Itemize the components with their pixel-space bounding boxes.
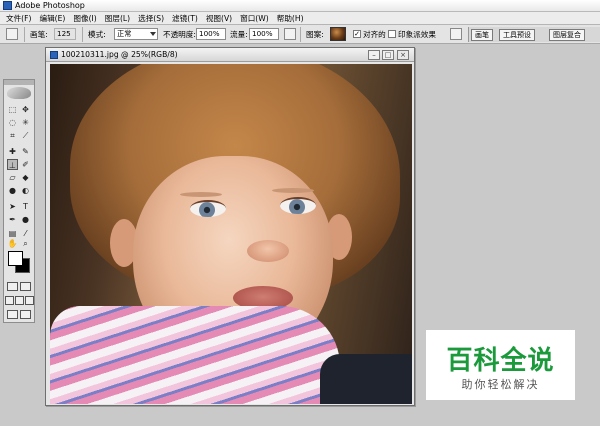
menu-select[interactable]: 选择(S)	[134, 13, 168, 24]
menu-view[interactable]: 视图(V)	[202, 13, 236, 24]
pattern-label: 图案:	[306, 30, 324, 39]
menu-image[interactable]: 图像(I)	[69, 13, 100, 24]
maximize-icon: □	[384, 51, 392, 59]
brush-size-value: 125	[57, 29, 71, 38]
watermark-subtitle: 助你轻松解决	[461, 378, 540, 391]
maximize-button[interactable]: □	[382, 50, 394, 60]
flow-input[interactable]: 100%	[249, 28, 279, 40]
photo-brow-left	[180, 192, 222, 197]
menu-help[interactable]: 帮助(H)	[273, 13, 308, 24]
path-select-tool-icon[interactable]: ➤	[7, 201, 18, 212]
tab-layer-comps[interactable]: 图层复合	[549, 29, 585, 41]
crop-tool-icon[interactable]: ⌗	[7, 130, 18, 141]
brush-label: 画笔:	[30, 30, 48, 39]
impressionist-checkbox[interactable]	[388, 30, 396, 38]
document-icon	[50, 51, 58, 59]
clone-stamp-tool-icon[interactable]: ⊥	[7, 159, 18, 170]
photo-dark-cloth	[320, 354, 412, 404]
photoshop-logo-icon	[3, 1, 12, 10]
watermark-logo: 百科全说 助你轻松解决	[426, 330, 575, 400]
close-button[interactable]: ×	[397, 50, 409, 60]
standard-mode-icon[interactable]	[7, 282, 18, 291]
hand-tool-icon[interactable]: ✋	[7, 238, 18, 249]
lasso-tool-icon[interactable]: ◌	[7, 117, 18, 128]
photo-eye-right	[280, 197, 316, 214]
quick-mask-mode-icon[interactable]	[20, 282, 31, 291]
pattern-swatch[interactable]	[330, 27, 346, 41]
brush-tool-icon[interactable]: ✎	[20, 146, 31, 157]
flow-label: 流量:	[230, 30, 248, 39]
pen-tool-icon[interactable]: ✒	[7, 214, 18, 225]
magic-wand-tool-icon[interactable]: ✳	[20, 117, 31, 128]
minimize-button[interactable]: –	[368, 50, 380, 60]
document-titlebar[interactable]: 100210311.jpg @ 25%(RGB/8) – □ ×	[46, 48, 414, 62]
app-title: Adobe Photoshop	[15, 1, 85, 10]
brush-size-picker[interactable]: 125	[54, 28, 76, 40]
type-tool-icon[interactable]: T	[20, 201, 31, 212]
chevron-down-icon	[150, 32, 156, 36]
palette-well: 画笔 工具预设 图层复合	[468, 27, 600, 42]
menu-window[interactable]: 窗口(W)	[236, 13, 273, 24]
photo-eye-left	[190, 200, 226, 217]
clone-stamp-preset-icon[interactable]	[6, 28, 18, 40]
watermark-title: 百科全说	[446, 346, 555, 376]
photo-nose	[247, 240, 289, 262]
check-icon: ✓	[354, 30, 360, 38]
opacity-label: 不透明度:	[163, 30, 196, 39]
move-tool-icon[interactable]: ✥	[20, 104, 31, 115]
shape-tool-icon[interactable]: ●	[20, 214, 31, 225]
tab-tool-presets[interactable]: 工具预设	[499, 29, 535, 41]
zoom-tool-icon[interactable]: ⌕	[20, 238, 31, 249]
full-screen-mode-icon[interactable]	[25, 296, 34, 305]
impressionist-label: 印象派效果	[398, 30, 436, 39]
flow-value: 100%	[252, 29, 273, 38]
photo-striped-shirt	[50, 306, 340, 404]
aligned-label: 对齐的	[363, 30, 386, 39]
toolbox: ⬚ ✥ ◌ ✳ ⌗ ⟋ ✚ ✎ ⊥ ✐ ▱ ◆ ● ◐ ➤ T ✒ ● ▤ ⁄ …	[3, 79, 35, 323]
healing-brush-tool-icon[interactable]: ✚	[7, 146, 18, 157]
photo-iris	[199, 202, 215, 217]
document-window: 100210311.jpg @ 25%(RGB/8) – □ ×	[45, 47, 415, 406]
opacity-input[interactable]: 100%	[196, 28, 226, 40]
tab-brushes[interactable]: 画笔	[471, 29, 493, 41]
slice-tool-icon[interactable]: ⟋	[20, 130, 31, 141]
marquee-tool-icon[interactable]: ⬚	[7, 104, 18, 115]
full-screen-menu-mode-icon[interactable]	[15, 296, 24, 305]
adobe-feather-icon[interactable]	[7, 87, 31, 99]
eraser-tool-icon[interactable]: ▱	[7, 172, 18, 183]
photo-iris	[289, 199, 305, 214]
imageready-tool-icon[interactable]	[20, 310, 31, 319]
menu-bar: 文件(F) 编辑(E) 图像(I) 图层(L) 选择(S) 滤镜(T) 视图(V…	[0, 12, 600, 25]
photo-brow-right	[272, 188, 314, 193]
divider	[300, 27, 301, 42]
file-browser-icon[interactable]	[450, 28, 462, 40]
menu-layer[interactable]: 图层(L)	[101, 13, 134, 24]
menu-filter[interactable]: 滤镜(T)	[168, 13, 202, 24]
jump-to-imageready-icon[interactable]	[7, 310, 18, 319]
history-brush-tool-icon[interactable]: ✐	[20, 159, 31, 170]
document-title: 100210311.jpg @ 25%(RGB/8)	[61, 50, 178, 59]
menu-edit[interactable]: 编辑(E)	[35, 13, 69, 24]
minimize-icon: –	[372, 51, 376, 59]
paint-bucket-tool-icon[interactable]: ◆	[20, 172, 31, 183]
mode-value: 正常	[117, 29, 132, 38]
app-titlebar: Adobe Photoshop	[0, 0, 600, 12]
opacity-value: 100%	[199, 29, 220, 38]
mode-select[interactable]: 正常	[114, 28, 158, 40]
blur-tool-icon[interactable]: ●	[7, 185, 18, 196]
mode-label: 模式:	[88, 30, 106, 39]
airbrush-icon[interactable]	[284, 28, 296, 40]
divider	[24, 27, 25, 42]
divider	[82, 27, 83, 42]
menu-file[interactable]: 文件(F)	[2, 13, 35, 24]
dodge-tool-icon[interactable]: ◐	[20, 185, 31, 196]
aligned-checkbox[interactable]: ✓	[353, 30, 361, 38]
toolbox-grip[interactable]	[4, 80, 34, 85]
foreground-color-swatch[interactable]	[8, 251, 23, 266]
document-canvas-photo[interactable]	[50, 64, 412, 404]
close-icon: ×	[400, 51, 406, 59]
standard-screen-mode-icon[interactable]	[5, 296, 14, 305]
